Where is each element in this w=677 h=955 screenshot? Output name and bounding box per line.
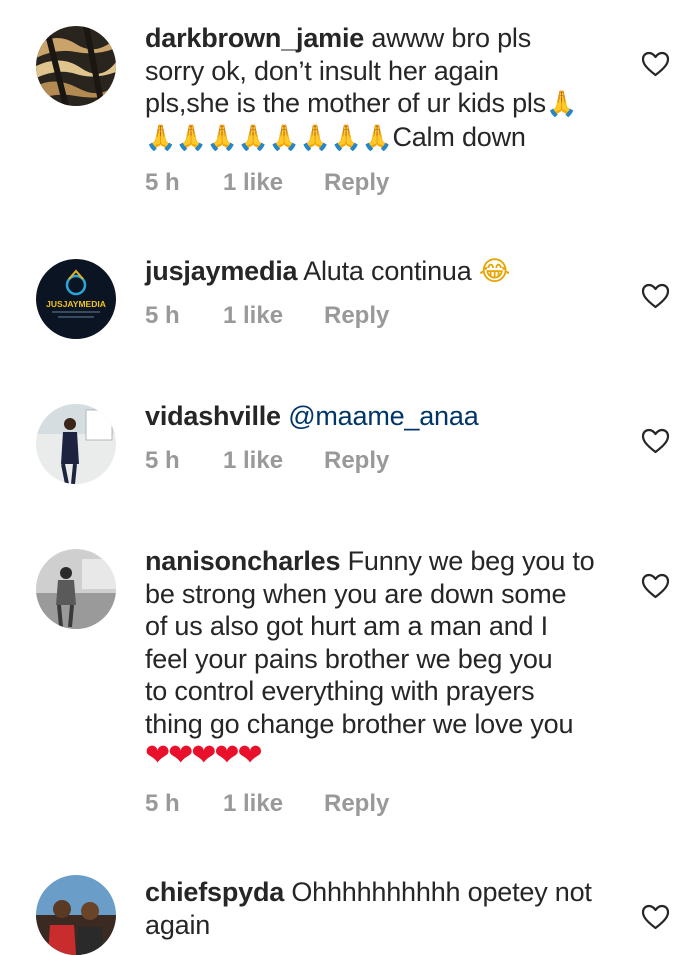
comment-text-line: again [145,909,211,940]
comment-username[interactable]: jusjaymedia [145,256,298,286]
comment-text-line: sorry ok, don’t insult her again [145,55,499,86]
avatar[interactable] [36,875,116,955]
heart-outline-icon[interactable] [641,283,670,309]
avatar[interactable]: JUSJAYMEDIA [36,259,116,339]
comment-text-line: Ohhhhhhhhhh opetey not [284,877,592,907]
red-heart-emoji-row: ❤❤❤❤❤ [145,738,263,773]
comment-meta: 5 h 1 like Reply [145,790,389,818]
comment-timestamp: 5 h [145,790,180,817]
reply-button[interactable]: Reply [324,790,389,818]
avatar[interactable] [36,404,116,484]
comment-text-tail: Calm down [392,121,526,152]
avatar[interactable] [36,549,116,629]
comment-text: Aluta continua [297,256,479,286]
comment-text-line: of us also got hurt am a man and I [145,611,548,641]
comment-meta: 5 h 1 like Reply [145,447,389,475]
heart-outline-icon[interactable] [641,573,670,599]
mention-link[interactable]: @maame_anaa [288,401,479,431]
reply-button[interactable]: Reply [324,169,389,197]
praying-hands-emoji: 🙏 [545,89,577,118]
comment-text-line: pls,she is the mother of ur kids pls [145,88,546,118]
heart-outline-icon[interactable] [641,904,670,930]
comment-text-line: awww bro pls [364,23,532,53]
comment-text-line: to control everything with prayers [145,676,535,706]
comment-like-count[interactable]: 1 like [223,790,324,818]
comment-text-line: feel your pains brother we beg you [145,643,553,674]
comment-username[interactable]: darkbrown_jamie [145,23,364,53]
comment-username[interactable]: chiefspyda [145,877,284,907]
comment-timestamp: 5 h [145,302,180,329]
laughing-emoji: 😂 [478,256,511,287]
comment-body: vidashville @maame_anaa [145,400,615,433]
comment-body: darkbrown_jamie awww bro pls sorry ok, d… [145,22,615,154]
comment-body: jusjaymedia Aluta continua 😂 [145,255,615,289]
avatar[interactable] [36,26,116,106]
reply-button[interactable]: Reply [324,302,389,330]
praying-hands-emoji-row: 🙏🙏🙏🙏🙏🙏🙏🙏 [145,122,393,152]
heart-outline-icon[interactable] [641,51,670,77]
comment-timestamp: 5 h [145,169,180,196]
comment-text-line: be strong when you are down some [145,578,567,609]
comment-text-line: Funny we beg you to [340,546,595,576]
comment-like-count[interactable]: 1 like [223,302,324,330]
comment-like-count[interactable]: 1 like [223,169,324,197]
comment-meta: 5 h 1 like Reply [145,302,389,330]
comment-username[interactable]: nanisoncharles [145,546,340,576]
comment-body: chiefspyda Ohhhhhhhhhh opetey not again [145,876,615,941]
comment-timestamp: 5 h [145,447,180,474]
heart-outline-icon[interactable] [641,428,670,454]
reply-button[interactable]: Reply [324,447,389,475]
comment-username[interactable]: vidashville [145,401,281,431]
comment-text-line: thing go change brother we love you [145,708,574,739]
comment-like-count[interactable]: 1 like [223,447,324,475]
comment-meta: 5 h 1 like Reply [145,169,389,197]
comment-body: nanisoncharles Funny we beg you to be st… [145,545,615,773]
avatar-logo-text: JUSJAYMEDIA [46,299,106,309]
